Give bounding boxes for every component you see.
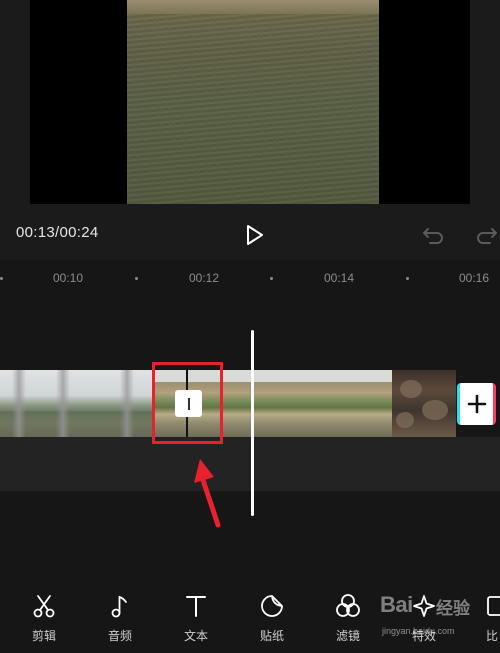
toolbar-item-text[interactable]: 文本 [169,593,223,644]
annotation-arrow-icon [194,459,221,528]
clip-detail [396,412,414,428]
watermark-logo: Bai [380,592,413,617]
sticker-icon [261,595,283,617]
time-display: 00:13/00:24 [16,224,99,241]
frame-divider [120,370,134,437]
video-water [127,14,379,204]
frame-divider [56,370,70,437]
scissors-icon [33,595,55,618]
frame-divider [12,370,26,437]
annotation-highlight-box [152,362,223,444]
video-preview-area [0,0,500,210]
toolbar-item-sticker[interactable]: 贴纸 [245,593,299,644]
ruler-tick: 00:16 [459,271,490,285]
plus-icon [467,394,486,414]
text-icon [186,596,206,617]
music-note-icon [111,595,127,618]
ruler-dot [135,277,138,280]
toolbar-item-label: 音频 [107,629,132,643]
timeline-ruler[interactable]: 00:10 00:12 00:14 00:16 [0,260,500,300]
video-preview[interactable] [127,0,379,204]
toolbar-item-label: 文本 [183,629,208,643]
watermark-url: jingyan.baidu.com [382,626,455,636]
redo-icon[interactable] [474,222,500,248]
video-clip-1[interactable] [0,370,153,437]
ruler-tick: 00:12 [189,271,220,285]
ruler-dot [270,277,273,280]
toolbar-item-edit[interactable]: 剪辑 [17,593,71,644]
video-shoreline [127,0,379,14]
toolbar-item-audio[interactable]: 音频 [93,593,147,644]
undo-icon[interactable] [420,222,446,248]
filter-icon [336,594,360,617]
watermark-brand: 经验 [436,599,470,618]
add-clip-button[interactable] [457,383,496,425]
clip-detail [422,400,448,420]
toolbar-item-label: 剪辑 [31,629,56,643]
playback-controls: 00:13/00:24 [0,210,500,260]
playhead[interactable] [251,330,254,516]
video-clip-3[interactable] [392,370,456,437]
ruler-tick: 00:10 [53,271,84,285]
ruler-dot [0,277,3,280]
toolbar-item-label: 贴纸 [259,629,284,643]
ruler-tick: 00:14 [324,271,355,285]
toolbar-item-filter[interactable]: 滤镜 [321,593,375,644]
ruler-dot [406,277,409,280]
clip-detail [400,380,422,398]
play-icon[interactable] [241,222,267,248]
toolbar-item-label: 滤镜 [335,629,360,643]
track-lane [0,437,500,491]
baidu-jingyan-watermark: Bai 经验 jingyan.baidu.com [380,592,492,642]
